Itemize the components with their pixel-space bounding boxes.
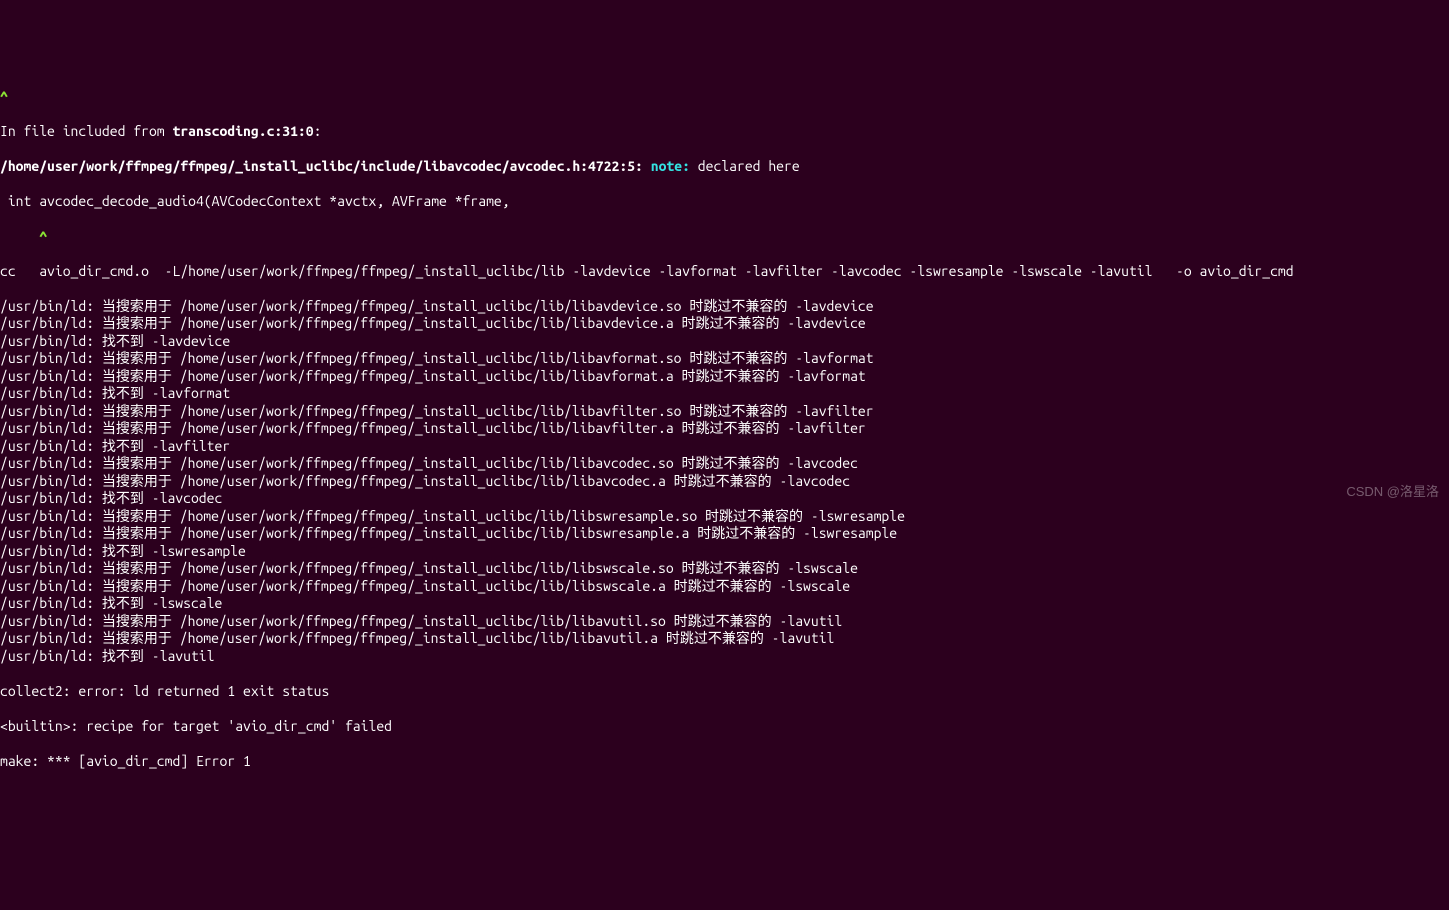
watermark-text: CSDN @洛星洛: [1346, 484, 1439, 500]
ld-line: /usr/bin/ld: 当搜索用于 /home/user/work/ffmpe…: [0, 298, 1449, 316]
note-label: note:: [643, 158, 698, 174]
ld-line: /usr/bin/ld: 找不到 -lswresample: [0, 543, 1449, 561]
ld-line: /usr/bin/ld: 当搜索用于 /home/user/work/ffmpe…: [0, 403, 1449, 421]
ld-line: /usr/bin/ld: 当搜索用于 /home/user/work/ffmpe…: [0, 368, 1449, 386]
make-error-line: make: *** [avio_dir_cmd] Error 1: [0, 753, 1449, 771]
included-from-line: In file included from transcoding.c:31:0…: [0, 123, 1449, 141]
ld-line: /usr/bin/ld: 当搜索用于 /home/user/work/ffmpe…: [0, 630, 1449, 648]
ld-line: /usr/bin/ld: 当搜索用于 /home/user/work/ffmpe…: [0, 578, 1449, 596]
header-location-line: /home/user/work/ffmpeg/ffmpeg/_install_u…: [0, 158, 1449, 176]
ld-line: /usr/bin/ld: 找不到 -lavdevice: [0, 333, 1449, 351]
ld-line: /usr/bin/ld: 当搜索用于 /home/user/work/ffmpe…: [0, 420, 1449, 438]
ld-line: /usr/bin/ld: 找不到 -lavcodec: [0, 490, 1449, 508]
caret-marker: ^: [0, 88, 1449, 106]
ld-line: /usr/bin/ld: 当搜索用于 /home/user/work/ffmpe…: [0, 508, 1449, 526]
ld-line: /usr/bin/ld: 找不到 -lavformat: [0, 385, 1449, 403]
decl-line: int avcodec_decode_audio4(AVCodecContext…: [0, 193, 1449, 211]
ld-line: /usr/bin/ld: 找不到 -lavfilter: [0, 438, 1449, 456]
ld-line: /usr/bin/ld: 找不到 -lswscale: [0, 595, 1449, 613]
ld-line: /usr/bin/ld: 当搜索用于 /home/user/work/ffmpe…: [0, 473, 1449, 491]
ld-line: /usr/bin/ld: 当搜索用于 /home/user/work/ffmpe…: [0, 560, 1449, 578]
cc-command-line: cc avio_dir_cmd.o -L/home/user/work/ffmp…: [0, 263, 1449, 281]
note-text: declared here: [698, 158, 800, 174]
ld-line: /usr/bin/ld: 找不到 -lavutil: [0, 648, 1449, 666]
terminal-output[interactable]: ^ In file included from transcoding.c:31…: [0, 70, 1449, 788]
ld-line: /usr/bin/ld: 当搜索用于 /home/user/work/ffmpe…: [0, 350, 1449, 368]
ld-line: /usr/bin/ld: 当搜索用于 /home/user/work/ffmpe…: [0, 455, 1449, 473]
header-path: /home/user/work/ffmpeg/ffmpeg/_install_u…: [0, 158, 643, 174]
ld-line: /usr/bin/ld: 当搜索用于 /home/user/work/ffmpe…: [0, 525, 1449, 543]
ld-line: /usr/bin/ld: 当搜索用于 /home/user/work/ffmpe…: [0, 315, 1449, 333]
recipe-failed-line: <builtin>: recipe for target 'avio_dir_c…: [0, 718, 1449, 736]
ld-error-block: /usr/bin/ld: 当搜索用于 /home/user/work/ffmpe…: [0, 298, 1449, 666]
included-prefix: In file included from: [0, 123, 172, 139]
included-suffix: :: [314, 123, 322, 139]
collect2-line: collect2: error: ld returned 1 exit stat…: [0, 683, 1449, 701]
included-file: transcoding.c:31:0: [172, 123, 313, 139]
caret-marker-2: ^: [0, 228, 1449, 246]
ld-line: /usr/bin/ld: 当搜索用于 /home/user/work/ffmpe…: [0, 613, 1449, 631]
